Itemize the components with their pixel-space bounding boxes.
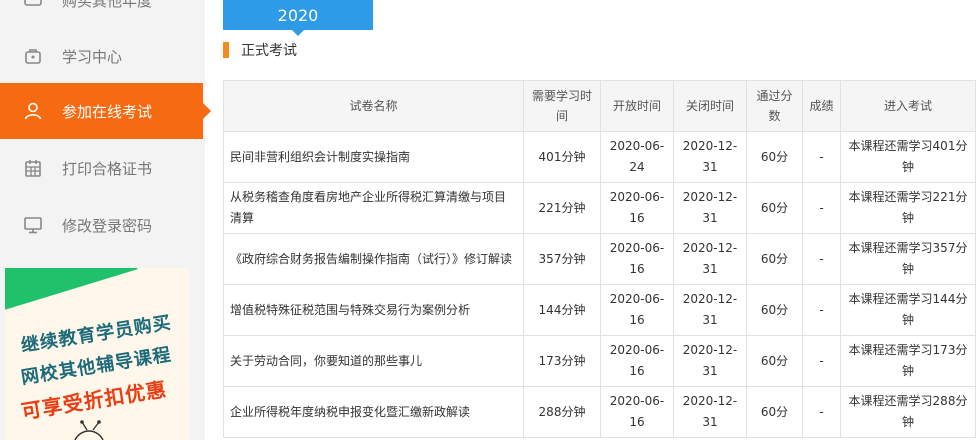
sidebar: 购买其他年度 学习中心 参加在线考试 打印合格证书 修改登录密码 继续教育学员购… — [0, 0, 211, 440]
enter-exam-status: 本课程还需学习401分钟 — [840, 131, 976, 183]
header-enter-exam: 进入考试 — [840, 80, 976, 132]
sidebar-item-change-password[interactable]: 修改登录密码 — [0, 197, 203, 253]
header-score: 成绩 — [802, 80, 841, 132]
exam-name: 从税务稽查角度看房地产企业所得税汇算清缴与项目清算 — [223, 182, 524, 234]
header-pass-score: 通过分数 — [746, 80, 803, 132]
section-title: 正式考试 — [223, 40, 297, 60]
promo-stripe — [5, 268, 138, 314]
open-date: 2020-06-16 — [600, 182, 674, 234]
study-time: 221分钟 — [523, 182, 601, 234]
exam-table: 试卷名称 需要学习时间 开放时间 关闭时间 通过分数 成绩 进入考试 民间非营利… — [223, 80, 976, 438]
header-exam-name: 试卷名称 — [223, 80, 524, 132]
monitor-icon — [20, 212, 46, 238]
promo-decoration-icon — [74, 420, 104, 440]
enter-exam-status: 本课程还需学习357分钟 — [840, 233, 976, 285]
close-date: 2020-12-31 — [673, 131, 747, 183]
section-title-text: 正式考试 — [241, 43, 297, 59]
study-time: 401分钟 — [523, 131, 601, 183]
sidebar-item-label: 参加在线考试 — [62, 102, 153, 121]
table-row: 从税务稽查角度看房地产企业所得税汇算清缴与项目清算 221分钟 2020-06-… — [223, 182, 976, 234]
close-date: 2020-12-31 — [673, 233, 747, 285]
sidebar-item-buy-other-years[interactable]: 购买其他年度 — [0, 0, 203, 28]
close-date: 2020-12-31 — [673, 386, 747, 438]
open-date: 2020-06-16 — [600, 386, 674, 438]
sidebar-item-print-certificate[interactable]: 打印合格证书 — [0, 140, 203, 196]
exam-name: 《政府综合财务报告编制操作指南（试行）》修订解读 — [223, 233, 524, 285]
study-time: 288分钟 — [523, 386, 601, 438]
close-date: 2020-12-31 — [673, 284, 747, 336]
open-date: 2020-06-24 — [600, 131, 674, 183]
close-date: 2020-12-31 — [673, 335, 747, 387]
sidebar-item-label: 购买其他年度 — [62, 0, 153, 10]
year-tab[interactable]: 2020 — [223, 0, 373, 36]
calendar-icon — [20, 155, 46, 181]
pass-score: 60分 — [746, 284, 803, 336]
table-row: 增值税特殊征税范围与特殊交易行为案例分析 144分钟 2020-06-16 20… — [223, 284, 976, 336]
pass-score: 60分 — [746, 335, 803, 387]
sidebar-item-label: 修改登录密码 — [62, 216, 153, 235]
study-time: 173分钟 — [523, 335, 601, 387]
table-row: 民间非营利组织会计制度实操指南 401分钟 2020-06-24 2020-12… — [223, 131, 976, 183]
score: - — [802, 284, 841, 336]
pass-score: 60分 — [746, 386, 803, 438]
open-date: 2020-06-16 — [600, 335, 674, 387]
header-study-time: 需要学习时间 — [523, 80, 601, 132]
cart-icon — [20, 0, 46, 13]
header-close-date: 关闭时间 — [673, 80, 747, 132]
header-open-date: 开放时间 — [600, 80, 674, 132]
sidebar-item-label: 打印合格证书 — [62, 159, 153, 178]
score: - — [802, 233, 841, 285]
section-title-bar — [223, 42, 229, 58]
table-header-row: 试卷名称 需要学习时间 开放时间 关闭时间 通过分数 成绩 进入考试 — [223, 80, 976, 132]
bag-icon — [20, 43, 46, 69]
exam-name: 企业所得税年度纳税申报变化暨汇缴新政解读 — [223, 386, 524, 438]
exam-name: 关于劳动合同，你要知道的那些事儿 — [223, 335, 524, 387]
enter-exam-status: 本课程还需学习221分钟 — [840, 182, 976, 234]
enter-exam-status: 本课程还需学习144分钟 — [840, 284, 976, 336]
pass-score: 60分 — [746, 182, 803, 234]
open-date: 2020-06-16 — [600, 233, 674, 285]
close-date: 2020-12-31 — [673, 182, 747, 234]
enter-exam-status: 本课程还需学习173分钟 — [840, 335, 976, 387]
sidebar-item-study-center[interactable]: 学习中心 — [0, 28, 203, 84]
score: - — [802, 182, 841, 234]
table-row: 《政府综合财务报告编制操作指南（试行）》修订解读 357分钟 2020-06-1… — [223, 233, 976, 285]
year-tab-label: 2020 — [277, 6, 319, 25]
sidebar-item-label: 学习中心 — [62, 47, 123, 66]
open-date: 2020-06-16 — [600, 284, 674, 336]
study-time: 357分钟 — [523, 233, 601, 285]
study-time: 144分钟 — [523, 284, 601, 336]
score: - — [802, 131, 841, 183]
sidebar-item-online-exam[interactable]: 参加在线考试 — [0, 83, 211, 139]
enter-exam-status: 本课程还需学习288分钟 — [840, 386, 976, 438]
table-row: 关于劳动合同，你要知道的那些事儿 173分钟 2020-06-16 2020-1… — [223, 335, 976, 387]
promo-banner[interactable]: 继续教育学员购买 网校其他辅导课程 可享受折扣优惠 — [5, 268, 189, 440]
pass-score: 60分 — [746, 233, 803, 285]
table-row: 企业所得税年度纳税申报变化暨汇缴新政解读 288分钟 2020-06-16 20… — [223, 386, 976, 438]
exam-name: 民间非营利组织会计制度实操指南 — [223, 131, 524, 183]
pass-score: 60分 — [746, 131, 803, 183]
score: - — [802, 335, 841, 387]
score: - — [802, 386, 841, 438]
exam-name: 增值税特殊征税范围与特殊交易行为案例分析 — [223, 284, 524, 336]
user-icon — [20, 98, 46, 124]
